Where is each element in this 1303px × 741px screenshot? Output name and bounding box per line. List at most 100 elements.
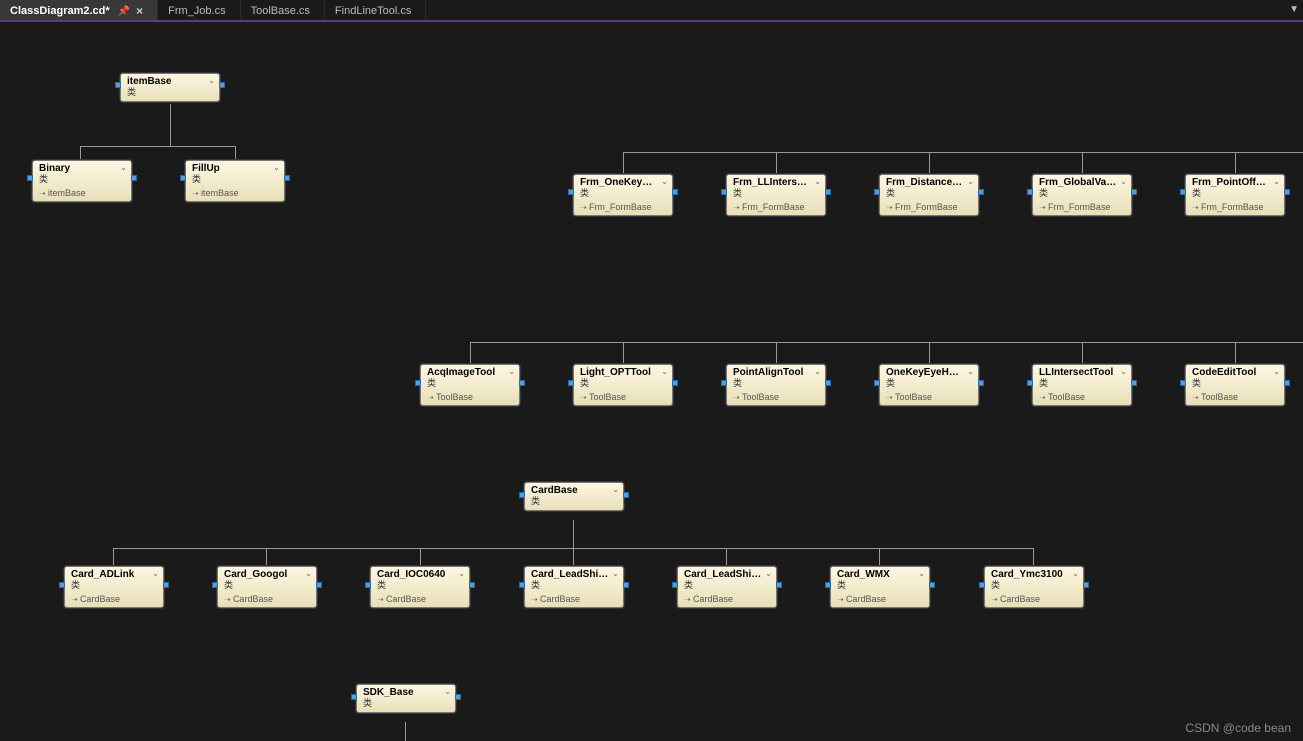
chevron-down-icon[interactable]: ⌄ <box>967 177 974 186</box>
connector-dot[interactable] <box>825 380 831 386</box>
connector-dot[interactable] <box>365 582 371 588</box>
connector-dot[interactable] <box>59 582 65 588</box>
connector-dot[interactable] <box>929 582 935 588</box>
class-card-leadshin-2[interactable]: Card_LeadShin...⌄ 类 CardBase <box>677 566 777 608</box>
chevron-down-icon[interactable]: ⌄ <box>120 163 127 172</box>
connector-dot[interactable] <box>568 189 574 195</box>
connector-dot[interactable] <box>1027 189 1033 195</box>
tab-toolbase[interactable]: ToolBase.cs <box>241 0 325 20</box>
connector-dot[interactable] <box>825 189 831 195</box>
diagram-canvas[interactable]: itemBase⌄ 类 Binary⌄ 类 itemBase FillUp⌄ 类… <box>0 22 1303 741</box>
class-binary[interactable]: Binary⌄ 类 itemBase <box>32 160 132 202</box>
class-frm-globalvar[interactable]: Frm_GlobalVar...⌄ 类 Frm_FormBase <box>1032 174 1132 216</box>
connector-dot[interactable] <box>1180 189 1186 195</box>
connector-dot[interactable] <box>825 582 831 588</box>
chevron-down-icon[interactable]: ⌄ <box>1273 367 1280 376</box>
connector-dot[interactable] <box>469 582 475 588</box>
class-frm-llintersect[interactable]: Frm_LLIntersec...⌄ 类 Frm_FormBase <box>726 174 826 216</box>
connector-dot[interactable] <box>1180 380 1186 386</box>
chevron-down-icon[interactable]: ⌄ <box>508 367 515 376</box>
connector-dot[interactable] <box>721 380 727 386</box>
connector-dot[interactable] <box>721 189 727 195</box>
connector-dot[interactable] <box>351 694 357 700</box>
class-cardbase[interactable]: CardBase⌄ 类 <box>524 482 624 511</box>
pin-icon[interactable]: 📌 <box>118 6 130 17</box>
chevron-down-icon[interactable]: ⌄ <box>814 177 821 186</box>
connector-dot[interactable] <box>1131 380 1137 386</box>
connector-dot[interactable] <box>519 492 525 498</box>
class-acqimagetool[interactable]: AcqImageTool⌄ 类 ToolBase <box>420 364 520 406</box>
connector-dot[interactable] <box>568 380 574 386</box>
connector-dot[interactable] <box>672 189 678 195</box>
connector-dot[interactable] <box>455 694 461 700</box>
class-llintersecttool[interactable]: LLIntersectTool⌄ 类 ToolBase <box>1032 364 1132 406</box>
chevron-down-icon[interactable]: ⌄ <box>765 569 772 578</box>
class-frm-pointoffs[interactable]: Frm_PointOffs...⌄ 类 Frm_FormBase <box>1185 174 1285 216</box>
class-onekeyeyehan[interactable]: OneKeyEyeHan...⌄ 类 ToolBase <box>879 364 979 406</box>
connector-dot[interactable] <box>623 492 629 498</box>
connector-dot[interactable] <box>284 175 290 181</box>
connector-dot[interactable] <box>1284 189 1290 195</box>
class-card-ymc3100[interactable]: Card_Ymc3100⌄ 类 CardBase <box>984 566 1084 608</box>
class-codeedittool[interactable]: CodeEditTool⌄ 类 ToolBase <box>1185 364 1285 406</box>
chevron-down-icon[interactable]: ⌄ <box>444 687 451 696</box>
connector-dot[interactable] <box>979 582 985 588</box>
tab-classdiagram[interactable]: ClassDiagram2.cd* 📌 × <box>0 0 158 20</box>
connector-dot[interactable] <box>978 380 984 386</box>
chevron-down-icon[interactable]: ⌄ <box>612 485 619 494</box>
chevron-down-icon[interactable]: ⌄ <box>208 76 215 85</box>
connector-dot[interactable] <box>672 582 678 588</box>
chevron-down-icon[interactable]: ⌄ <box>305 569 312 578</box>
chevron-down-icon[interactable]: ⌄ <box>273 163 280 172</box>
chevron-down-icon[interactable]: ⌄ <box>1072 569 1079 578</box>
connector-dot[interactable] <box>1027 380 1033 386</box>
chevron-down-icon[interactable]: ⌄ <box>661 177 668 186</box>
tab-findlinetool[interactable]: FindLineTool.cs <box>325 0 426 20</box>
connector-dot[interactable] <box>672 380 678 386</box>
class-card-leadshin-1[interactable]: Card_LeadShin...⌄ 类 CardBase <box>524 566 624 608</box>
chevron-down-icon[interactable]: ⌄ <box>458 569 465 578</box>
class-itembase[interactable]: itemBase⌄ 类 <box>120 73 220 102</box>
connector-dot[interactable] <box>776 582 782 588</box>
connector-dot[interactable] <box>180 175 186 181</box>
connector-dot[interactable] <box>27 175 33 181</box>
connector-dot[interactable] <box>978 189 984 195</box>
connector-dot[interactable] <box>519 380 525 386</box>
connector-dot[interactable] <box>1284 380 1290 386</box>
connector-dot[interactable] <box>163 582 169 588</box>
class-card-wmx[interactable]: Card_WMX⌄ 类 CardBase <box>830 566 930 608</box>
chevron-down-icon[interactable]: ⌄ <box>152 569 159 578</box>
connector-dot[interactable] <box>131 175 137 181</box>
close-icon[interactable]: × <box>136 4 143 18</box>
connector-dot[interactable] <box>519 582 525 588</box>
tab-overflow-icon[interactable]: ▼ <box>1289 4 1299 15</box>
chevron-down-icon[interactable]: ⌄ <box>918 569 925 578</box>
chevron-down-icon[interactable]: ⌄ <box>967 367 974 376</box>
class-card-ioc0640[interactable]: Card_IOC0640⌄ 类 CardBase <box>370 566 470 608</box>
connector-dot[interactable] <box>874 189 880 195</box>
chevron-down-icon[interactable]: ⌄ <box>1120 367 1127 376</box>
class-sdk-base[interactable]: SDK_Base⌄ 类 <box>356 684 456 713</box>
class-lightopttool[interactable]: Light_OPTTool⌄ 类 ToolBase <box>573 364 673 406</box>
connector-dot[interactable] <box>623 582 629 588</box>
connector-dot[interactable] <box>212 582 218 588</box>
connector-dot[interactable] <box>874 380 880 386</box>
class-fillup[interactable]: FillUp⌄ 类 itemBase <box>185 160 285 202</box>
chevron-down-icon[interactable]: ⌄ <box>612 569 619 578</box>
chevron-down-icon[interactable]: ⌄ <box>1273 177 1280 186</box>
connector-dot[interactable] <box>219 82 225 88</box>
tab-frm-job[interactable]: Frm_Job.cs <box>158 0 240 20</box>
class-card-googol[interactable]: Card_Googol⌄ 类 CardBase <box>217 566 317 608</box>
class-frm-onekeyeye[interactable]: Frm_OneKeyEy...⌄ 类 Frm_FormBase <box>573 174 673 216</box>
chevron-down-icon[interactable]: ⌄ <box>661 367 668 376</box>
chevron-down-icon[interactable]: ⌄ <box>1120 177 1127 186</box>
chevron-down-icon[interactable]: ⌄ <box>814 367 821 376</box>
connector-dot[interactable] <box>115 82 121 88</box>
class-card-adlink[interactable]: Card_ADLink⌄ 类 CardBase <box>64 566 164 608</box>
connector-dot[interactable] <box>316 582 322 588</box>
class-pointaligntool[interactable]: PointAlignTool⌄ 类 ToolBase <box>726 364 826 406</box>
connector-dot[interactable] <box>1131 189 1137 195</box>
connector-dot[interactable] <box>1083 582 1089 588</box>
connector-dot[interactable] <box>415 380 421 386</box>
class-frm-distance[interactable]: Frm_DistanceP...⌄ 类 Frm_FormBase <box>879 174 979 216</box>
